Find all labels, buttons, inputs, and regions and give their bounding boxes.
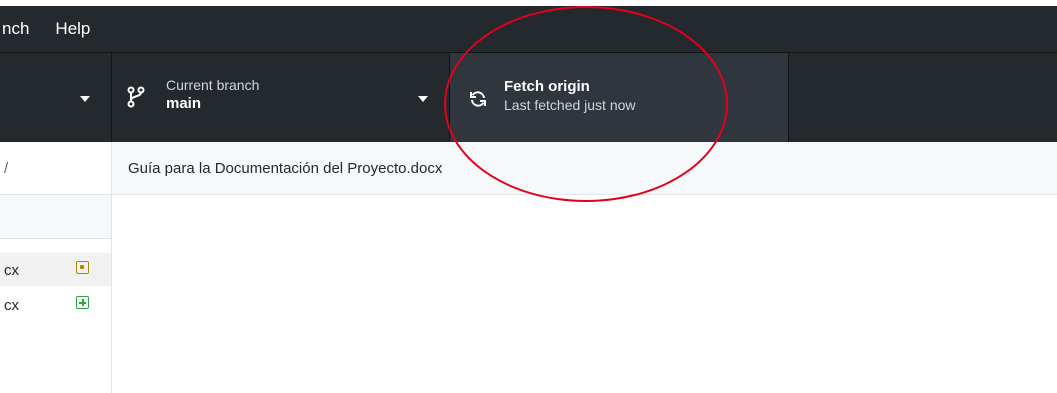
changed-file-name: cx bbox=[4, 262, 19, 279]
changed-file-item[interactable]: cx bbox=[0, 253, 111, 286]
changed-file-item[interactable]: cx bbox=[0, 288, 111, 321]
changes-sidebar: / cx cx bbox=[0, 142, 112, 393]
menu-help[interactable]: Help bbox=[42, 6, 103, 52]
sidebar-header: / bbox=[0, 142, 111, 195]
diff-file-path: Guía para la Documentación del Proyecto.… bbox=[128, 160, 443, 177]
current-branch-name: main bbox=[166, 95, 202, 112]
menu-branch[interactable]: nch bbox=[0, 6, 42, 52]
sidebar-header-text: / bbox=[4, 160, 9, 177]
diff-file-header: Guía para la Documentación del Proyecto.… bbox=[112, 142, 1057, 195]
changed-files-summary bbox=[0, 195, 111, 239]
chevron-down-icon bbox=[80, 96, 90, 102]
menu-bar: nch Help bbox=[0, 6, 1057, 52]
toolbar: Current branch main Fetch origin Last fe… bbox=[0, 52, 1057, 142]
git-branch-icon bbox=[127, 86, 145, 108]
current-branch-label: Current branch bbox=[166, 77, 260, 93]
sync-icon bbox=[470, 91, 486, 107]
fetch-origin-button[interactable]: Fetch origin Last fetched just now bbox=[450, 53, 789, 142]
current-branch-button[interactable]: Current branch main bbox=[112, 53, 450, 142]
last-fetched-text: Last fetched just now bbox=[504, 97, 636, 113]
changed-file-name: cx bbox=[4, 297, 19, 314]
fetch-origin-title: Fetch origin bbox=[504, 78, 590, 95]
chevron-down-icon bbox=[418, 96, 428, 102]
added-status-icon bbox=[76, 296, 89, 309]
modified-status-icon bbox=[76, 261, 89, 274]
current-repository-button[interactable] bbox=[0, 53, 112, 142]
